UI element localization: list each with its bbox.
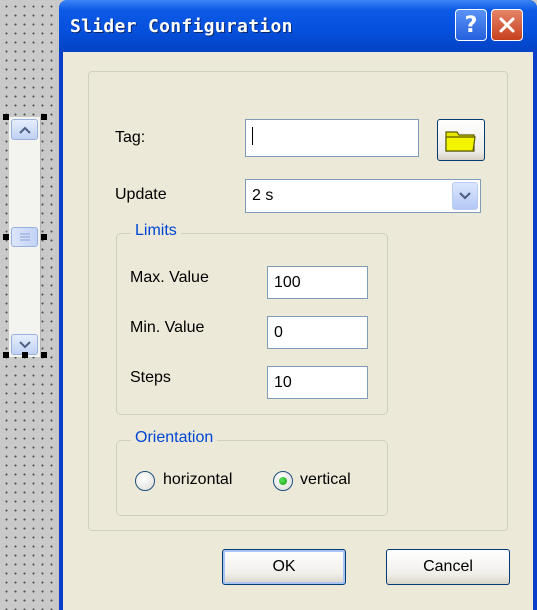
max-value-value: 100: [274, 273, 301, 291]
design-slider-control[interactable]: [9, 117, 41, 357]
radio-horizontal[interactable]: [135, 471, 155, 491]
steps-input[interactable]: 10: [267, 366, 368, 399]
ok-button[interactable]: OK: [222, 549, 346, 585]
steps-label: Steps: [130, 369, 171, 386]
update-select[interactable]: 2 s: [245, 179, 481, 213]
selection-handle[interactable]: [3, 234, 9, 240]
orientation-group-title: Orientation: [131, 429, 218, 447]
dialog-title: Slider Configuration: [70, 16, 293, 37]
max-value-input[interactable]: 100: [267, 266, 368, 299]
radio-horizontal-label[interactable]: horizontal: [163, 471, 232, 489]
dialog-client-area: Tag: Update 2 s Limits Max. Value 100 Mi…: [63, 52, 533, 610]
min-value-value: 0: [274, 323, 283, 341]
min-value-label: Min. Value: [130, 319, 205, 336]
selection-handle[interactable]: [3, 352, 9, 358]
limits-group: Limits Max. Value 100 Min. Value 0 Steps…: [116, 222, 388, 415]
selection-handle[interactable]: [41, 114, 47, 120]
tag-input[interactable]: [245, 119, 419, 157]
text-caret: [252, 127, 253, 145]
min-value-input[interactable]: 0: [267, 316, 368, 349]
radio-vertical-label[interactable]: vertical: [300, 471, 351, 489]
selection-handle[interactable]: [41, 352, 47, 358]
limits-group-title: Limits: [131, 222, 181, 240]
radio-selected-dot: [279, 477, 287, 485]
selection-handle[interactable]: [41, 234, 47, 240]
folder-icon: [445, 131, 476, 152]
help-icon[interactable]: ?: [455, 9, 487, 41]
orientation-group: Orientation horizontal vertical: [116, 429, 388, 516]
update-select-value: 2 s: [252, 187, 274, 204]
settings-panel: Tag: Update 2 s Limits Max. Value 100 Mi…: [88, 71, 508, 531]
update-label: Update: [115, 186, 167, 203]
slider-thumb[interactable]: [11, 227, 38, 247]
selection-handle[interactable]: [3, 114, 9, 120]
title-bar[interactable]: Slider Configuration ?: [59, 0, 537, 52]
slider-configuration-dialog: Slider Configuration ? Tag: Update 2 s L…: [59, 0, 537, 610]
steps-value: 10: [274, 373, 292, 391]
cancel-button[interactable]: Cancel: [386, 549, 510, 585]
tag-label: Tag:: [115, 129, 146, 146]
selection-handle[interactable]: [22, 352, 28, 358]
close-icon[interactable]: [491, 9, 523, 41]
slider-up-arrow-icon[interactable]: [11, 119, 38, 140]
browse-button[interactable]: [437, 119, 485, 161]
chevron-down-icon[interactable]: [452, 182, 478, 210]
radio-vertical[interactable]: [273, 471, 293, 491]
max-value-label: Max. Value: [130, 269, 209, 286]
